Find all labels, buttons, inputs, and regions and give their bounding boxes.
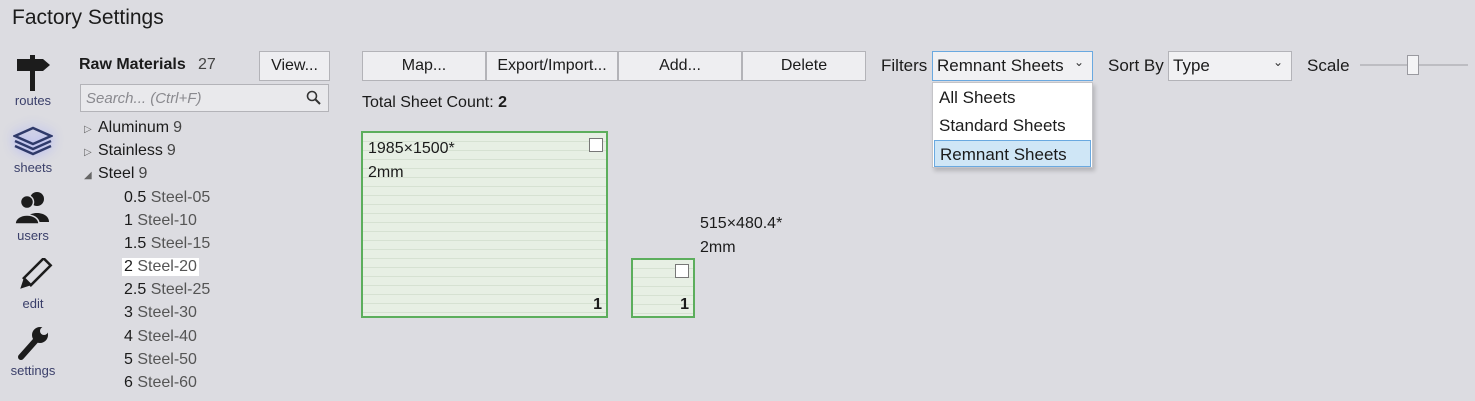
list-item[interactable]: 2.5 Steel-25 bbox=[124, 281, 210, 299]
grade: Steel-10 bbox=[137, 212, 197, 229]
grade: Steel-15 bbox=[150, 235, 211, 252]
chevron-down-icon: ⌄ bbox=[1073, 55, 1084, 69]
wrench-icon bbox=[18, 327, 48, 360]
chevron-down-icon: ⌄ bbox=[1272, 55, 1283, 69]
list-item-selected[interactable]: 2 Steel-20 bbox=[122, 258, 199, 276]
sheet-dimensions: 1985×1500* 2mm bbox=[368, 137, 455, 185]
count-value: 2 bbox=[498, 94, 507, 111]
nav-edit[interactable]: edit bbox=[0, 258, 66, 311]
users-icon bbox=[14, 192, 49, 225]
sheet-card[interactable]: 1 bbox=[631, 258, 695, 318]
list-item[interactable]: 5 Steel-50 bbox=[124, 351, 197, 369]
nav-sheets[interactable]: sheets bbox=[0, 122, 66, 175]
list-item[interactable]: 6 Steel-60 bbox=[124, 374, 197, 392]
sortby-value: Type bbox=[1173, 56, 1210, 75]
nav-settings[interactable]: settings bbox=[0, 325, 66, 378]
page-title: Factory Settings bbox=[12, 6, 164, 29]
count-label-text: Total Sheet Count: bbox=[362, 94, 494, 111]
scale-slider-thumb[interactable] bbox=[1407, 55, 1419, 75]
thickness: 2.5 bbox=[124, 281, 147, 298]
tree-group-aluminum[interactable]: ▷ Aluminum 9 bbox=[84, 119, 182, 137]
sheet-size: 515×480.4* bbox=[700, 215, 783, 232]
sheet-checkbox[interactable] bbox=[589, 138, 603, 152]
pencil-icon bbox=[20, 258, 53, 289]
sheet-quantity: 1 bbox=[680, 296, 689, 313]
list-item[interactable]: 1 Steel-10 bbox=[124, 212, 197, 230]
list-item[interactable]: 1.5 Steel-15 bbox=[124, 235, 210, 253]
add-button[interactable]: Add... bbox=[618, 51, 742, 81]
nav-label-sheets: sheets bbox=[13, 160, 53, 175]
filters-dropdown: All Sheets Standard Sheets Remnant Sheet… bbox=[932, 82, 1093, 168]
expand-arrow-icon[interactable]: ▷ bbox=[84, 124, 98, 135]
grade: Steel-25 bbox=[150, 281, 211, 298]
nav-users[interactable]: users bbox=[0, 190, 66, 243]
materials-count: 27 bbox=[198, 56, 216, 73]
group-name: Steel bbox=[98, 165, 135, 182]
stacked-sheets-icon bbox=[13, 126, 53, 156]
thickness: 1 bbox=[124, 212, 133, 229]
grade: Steel-20 bbox=[137, 258, 197, 275]
sheet-thickness: 2mm bbox=[368, 164, 404, 181]
nav-routes[interactable]: routes bbox=[0, 53, 66, 108]
map-button[interactable]: Map... bbox=[362, 51, 486, 81]
thickness: 6 bbox=[124, 374, 133, 391]
collapse-arrow-icon[interactable]: ◢ bbox=[84, 170, 98, 181]
sortby-label: Sort By bbox=[1108, 56, 1164, 75]
list-item[interactable]: 4 Steel-40 bbox=[124, 328, 197, 346]
filter-option-standard-sheets[interactable]: Standard Sheets bbox=[934, 112, 1091, 139]
view-button[interactable]: View... bbox=[259, 51, 330, 81]
group-name: Stainless bbox=[98, 142, 163, 159]
sheet-size: 1985×1500* bbox=[368, 140, 455, 157]
filter-option-all-sheets[interactable]: All Sheets bbox=[934, 84, 1091, 111]
search-input[interactable]: Search... (Ctrl+F) bbox=[80, 84, 329, 112]
thickness: 1.5 bbox=[124, 235, 147, 252]
sheet-checkbox[interactable] bbox=[675, 264, 689, 278]
filter-option-remnant-sheets[interactable]: Remnant Sheets bbox=[934, 140, 1091, 167]
delete-button[interactable]: Delete bbox=[742, 51, 866, 81]
group-count: 9 bbox=[173, 119, 183, 136]
total-sheet-count: Total Sheet Count: 2 bbox=[362, 94, 507, 112]
nav-label-settings: settings bbox=[10, 363, 56, 378]
export-import-button[interactable]: Export/Import... bbox=[486, 51, 618, 81]
search-icon[interactable] bbox=[306, 90, 322, 106]
group-count: 9 bbox=[166, 142, 176, 159]
grade: Steel-30 bbox=[137, 304, 197, 321]
signpost-icon bbox=[17, 55, 50, 91]
nav-label-edit: edit bbox=[22, 296, 44, 311]
materials-title: Raw Materials bbox=[79, 56, 186, 73]
nav-label-users: users bbox=[17, 228, 49, 243]
thickness: 0.5 bbox=[124, 189, 147, 206]
group-name: Aluminum bbox=[98, 119, 170, 136]
filters-select[interactable]: Remnant Sheets ⌄ bbox=[932, 51, 1093, 81]
thickness: 4 bbox=[124, 328, 133, 345]
group-count: 9 bbox=[138, 165, 148, 182]
sheet-card[interactable]: 1985×1500* 2mm 1 bbox=[361, 131, 608, 318]
list-item[interactable]: 0.5 Steel-05 bbox=[124, 189, 210, 207]
grade: Steel-60 bbox=[137, 374, 197, 391]
filters-value: Remnant Sheets bbox=[937, 56, 1064, 75]
sheet-dimensions: 515×480.4* 2mm bbox=[700, 212, 782, 260]
sheet-thickness: 2mm bbox=[700, 239, 736, 256]
tree-group-steel[interactable]: ◢ Steel 9 bbox=[84, 165, 147, 183]
grade: Steel-05 bbox=[150, 189, 211, 206]
nav-label-routes: routes bbox=[14, 93, 52, 108]
sheet-quantity: 1 bbox=[593, 296, 602, 313]
grade: Steel-50 bbox=[137, 351, 197, 368]
scale-label: Scale bbox=[1307, 56, 1350, 75]
thickness: 3 bbox=[124, 304, 133, 321]
sortby-select[interactable]: Type ⌄ bbox=[1168, 51, 1292, 81]
list-item[interactable]: 3 Steel-30 bbox=[124, 304, 197, 322]
grade: Steel-40 bbox=[137, 328, 197, 345]
tree-group-stainless[interactable]: ▷ Stainless 9 bbox=[84, 142, 176, 160]
thickness: 2 bbox=[124, 258, 133, 275]
filters-label: Filters bbox=[881, 56, 928, 75]
expand-arrow-icon[interactable]: ▷ bbox=[84, 147, 98, 158]
thickness: 5 bbox=[124, 351, 133, 368]
